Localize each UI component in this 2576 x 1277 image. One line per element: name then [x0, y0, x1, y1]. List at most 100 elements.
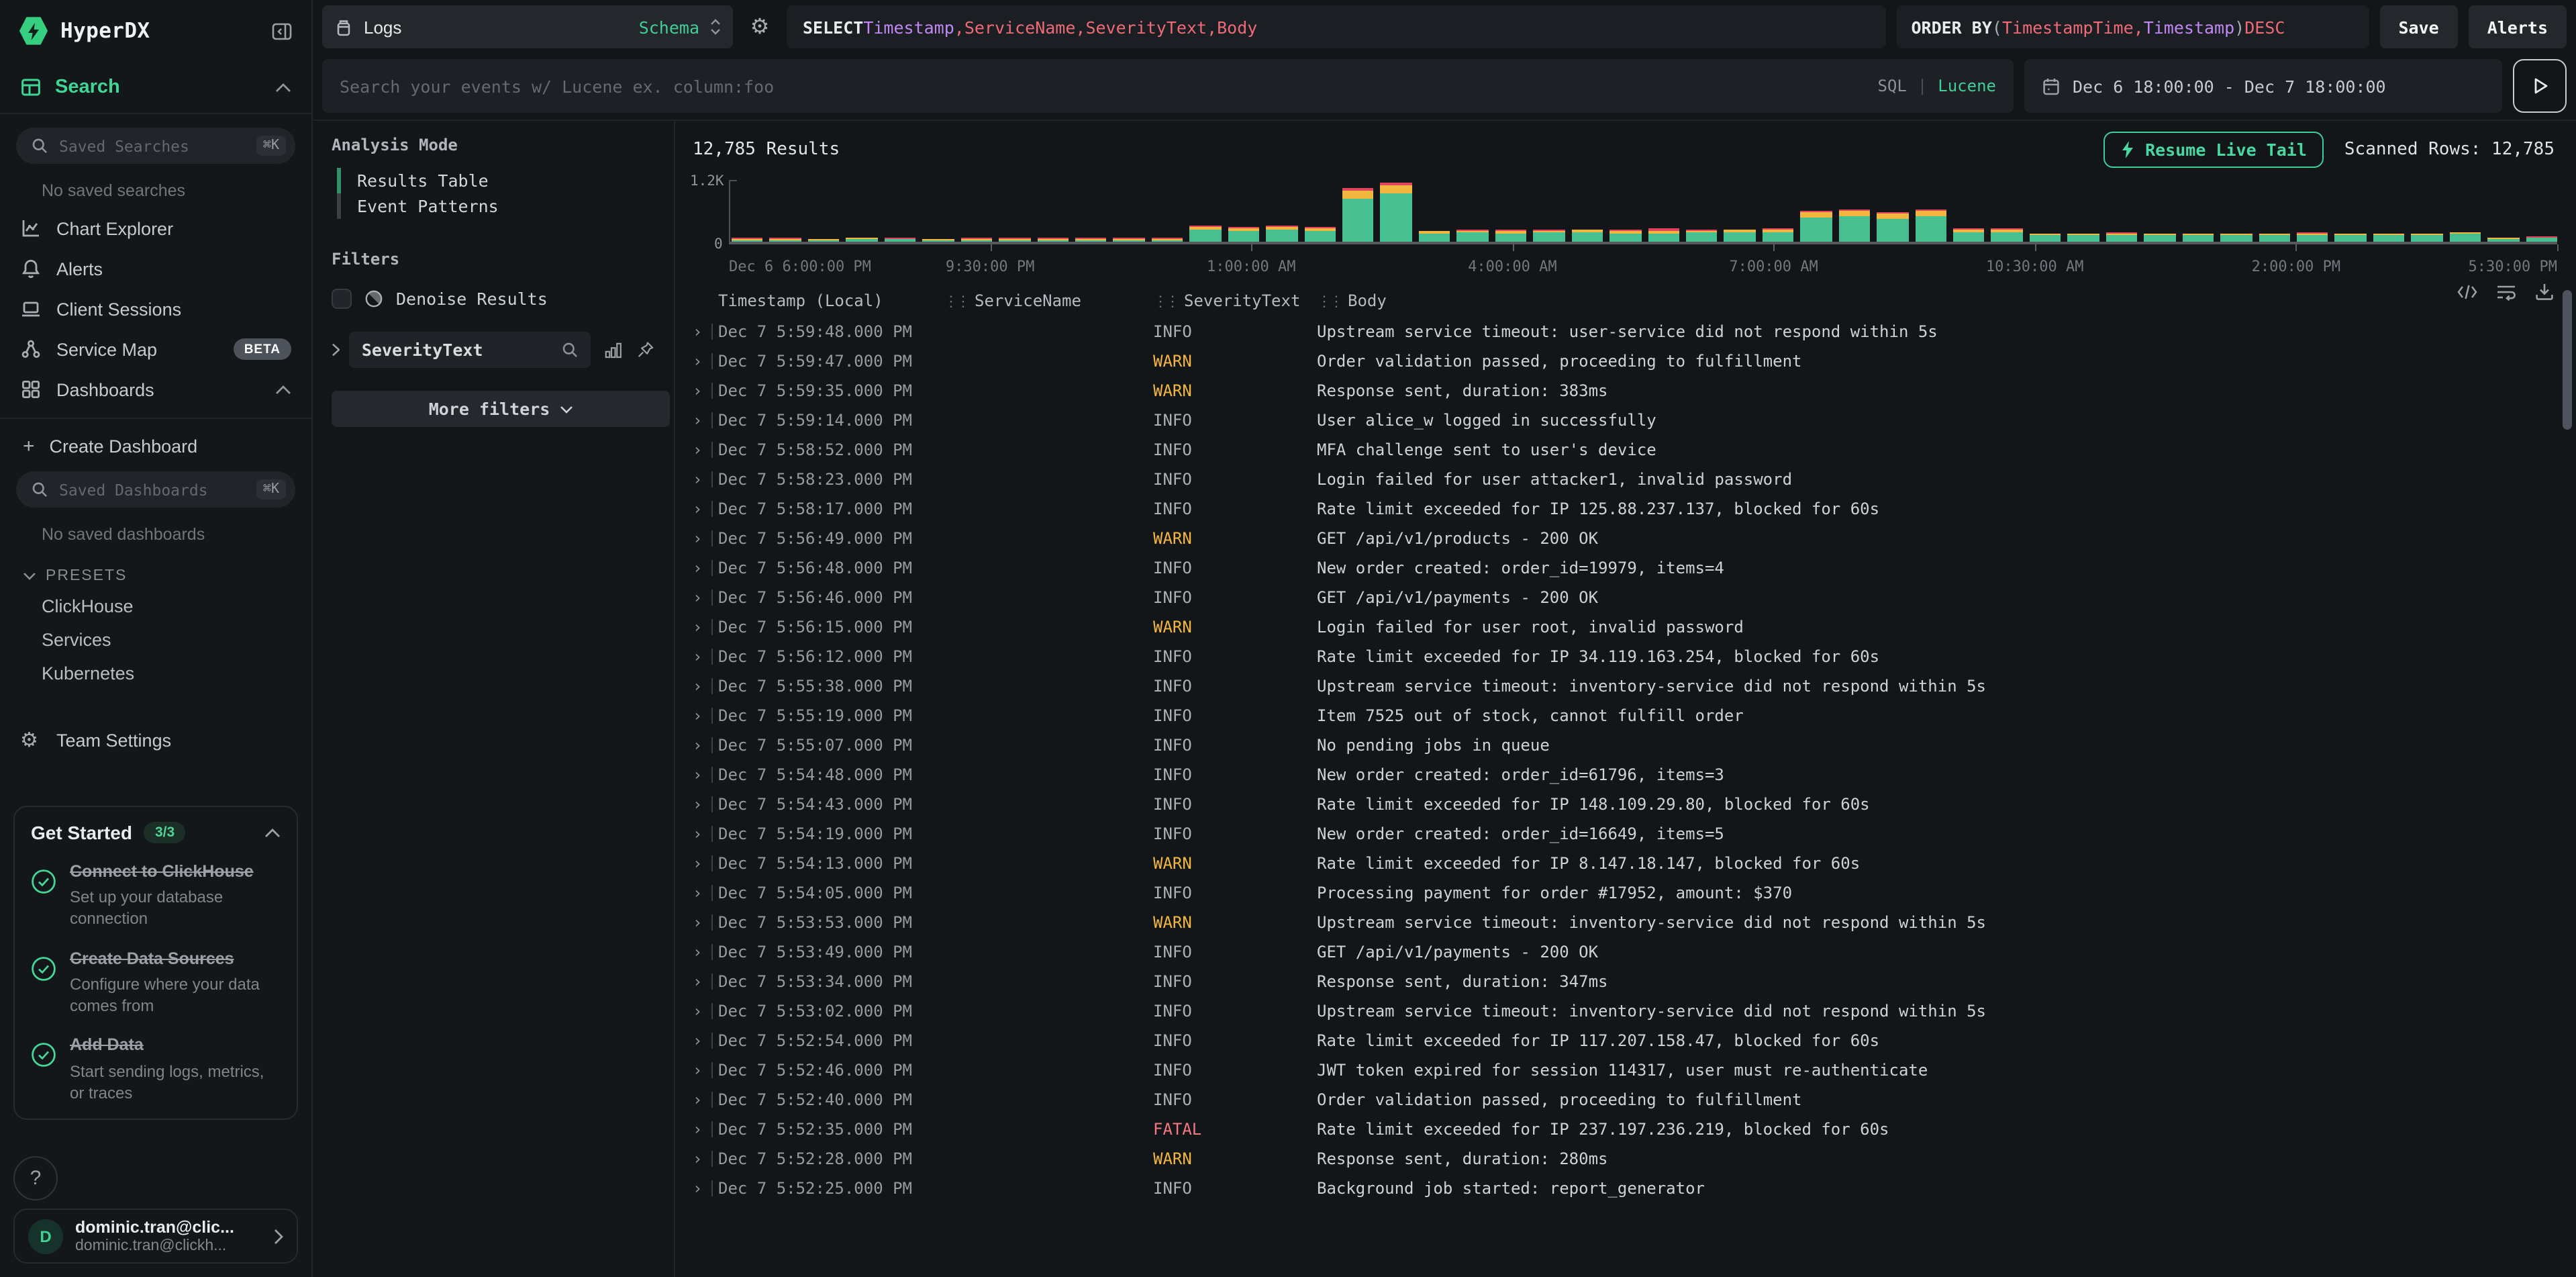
chart-bar[interactable]: [1763, 228, 1794, 242]
table-row[interactable]: ›Dec 7 5:54:13.000 PMWARNRate limit exce…: [686, 849, 2549, 878]
table-row[interactable]: ›Dec 7 5:59:14.000 PMINFOUser alice_w lo…: [686, 406, 2549, 435]
chart-bar[interactable]: [1304, 226, 1336, 242]
table-row[interactable]: ›Dec 7 5:52:46.000 PMINFOJWT token expir…: [686, 1055, 2549, 1085]
expand-row-icon[interactable]: ›: [686, 440, 718, 459]
expand-row-icon[interactable]: ›: [686, 352, 718, 371]
chevron-right-icon[interactable]: [332, 342, 340, 357]
expand-row-icon[interactable]: ›: [686, 972, 718, 991]
chart-bar[interactable]: [1228, 226, 1259, 242]
source-select[interactable]: Logs Schema: [322, 5, 733, 48]
col-timestamp[interactable]: Timestamp (Local): [718, 291, 944, 310]
table-row[interactable]: ›Dec 7 5:53:34.000 PMINFOResponse sent, …: [686, 967, 2549, 996]
text-wrap-icon[interactable]: [2495, 283, 2517, 300]
table-row[interactable]: ›Dec 7 5:59:48.000 PMINFOUpstream servic…: [686, 317, 2549, 346]
chart-bar[interactable]: [1953, 228, 1985, 242]
chart-bar[interactable]: [1609, 230, 1641, 242]
chart-bar[interactable]: [1686, 230, 1718, 242]
table-row[interactable]: ›Dec 7 5:54:19.000 PMINFONew order creat…: [686, 819, 2549, 849]
collapse-sidebar-icon[interactable]: [271, 21, 293, 41]
chevron-up-icon[interactable]: [275, 83, 291, 92]
time-range-picker[interactable]: Dec 6 18:00:00 - Dec 7 18:00:00: [2024, 59, 2502, 113]
sidebar-item-alerts[interactable]: Alerts: [0, 248, 311, 289]
expand-row-icon[interactable]: ›: [686, 618, 718, 636]
event-search-input[interactable]: Search your events w/ Lucene ex. column:…: [322, 59, 2014, 113]
chart-bar[interactable]: [1991, 229, 2023, 242]
chart-bar[interactable]: [1342, 188, 1374, 242]
table-row[interactable]: ›Dec 7 5:54:05.000 PMINFOProcessing paym…: [686, 878, 2549, 908]
presets-header[interactable]: PRESETS: [23, 568, 311, 584]
help-button[interactable]: ?: [13, 1156, 58, 1200]
expand-row-icon[interactable]: ›: [686, 470, 718, 489]
chart-bar[interactable]: [2449, 232, 2481, 242]
table-row[interactable]: ›Dec 7 5:56:49.000 PMWARNGET /api/v1/pro…: [686, 524, 2549, 553]
chart-bar[interactable]: [2259, 233, 2290, 242]
severity-filter-field[interactable]: SeverityText: [350, 332, 591, 368]
chart-bar[interactable]: [2144, 233, 2175, 242]
chart-bar[interactable]: [1838, 209, 1870, 242]
resume-live-tail-button[interactable]: Resume Live Tail: [2103, 131, 2324, 167]
code-view-icon[interactable]: [2457, 283, 2478, 300]
mode-results-table[interactable]: Results Table: [332, 168, 655, 193]
chart-bar[interactable]: [1648, 228, 1679, 242]
expand-row-icon[interactable]: ›: [686, 500, 718, 518]
chart-bar[interactable]: [2297, 232, 2328, 242]
task-create-data-sources[interactable]: Create Data Sources Configure where your…: [31, 947, 281, 1016]
expand-row-icon[interactable]: ›: [686, 706, 718, 725]
search-icon[interactable]: [562, 341, 579, 359]
expand-row-icon[interactable]: ›: [686, 824, 718, 843]
expand-row-icon[interactable]: ›: [686, 647, 718, 666]
table-row[interactable]: ›Dec 7 5:59:47.000 PMWARNOrder validatio…: [686, 346, 2549, 376]
chart-bar[interactable]: [1419, 230, 1450, 242]
col-severitytext[interactable]: ⋮⋮SeverityText: [1153, 291, 1317, 310]
table-row[interactable]: ›Dec 7 5:56:15.000 PMWARNLogin failed fo…: [686, 612, 2549, 642]
table-row[interactable]: ›Dec 7 5:53:49.000 PMINFOGET /api/v1/pay…: [686, 937, 2549, 967]
table-row[interactable]: ›Dec 7 5:53:02.000 PMINFOUpstream servic…: [686, 996, 2549, 1026]
table-row[interactable]: ›Dec 7 5:52:25.000 PMINFOBackground job …: [686, 1174, 2549, 1203]
chart-bar[interactable]: [2220, 233, 2252, 242]
expand-row-icon[interactable]: ›: [686, 736, 718, 755]
table-row[interactable]: ›Dec 7 5:56:46.000 PMINFOGET /api/v1/pay…: [686, 583, 2549, 612]
expand-row-icon[interactable]: ›: [686, 795, 718, 814]
chart-bar[interactable]: [2487, 237, 2519, 242]
table-row[interactable]: ›Dec 7 5:54:43.000 PMINFORate limit exce…: [686, 790, 2549, 819]
more-filters-button[interactable]: More filters: [332, 391, 670, 427]
query-language-toggle[interactable]: SQL | Lucene: [1877, 77, 1996, 95]
chart-bar[interactable]: [1533, 230, 1565, 242]
table-row[interactable]: ›Dec 7 5:56:48.000 PMINFONew order creat…: [686, 553, 2549, 583]
task-add-data[interactable]: Add Data Start sending logs, metrics, or…: [31, 1035, 281, 1104]
table-row[interactable]: ›Dec 7 5:52:54.000 PMINFORate limit exce…: [686, 1026, 2549, 1055]
chart-bar[interactable]: [2068, 234, 2099, 242]
preset-item-clickhouse[interactable]: ClickHouse: [0, 589, 311, 623]
col-servicename[interactable]: ⋮⋮ServiceName: [944, 291, 1153, 310]
chart-bar[interactable]: [2030, 233, 2061, 242]
col-body[interactable]: ⋮⋮Body: [1317, 291, 2549, 310]
expand-row-icon[interactable]: ›: [686, 559, 718, 577]
chart-bar[interactable]: [1801, 211, 1832, 242]
table-row[interactable]: ›Dec 7 5:52:28.000 PMWARNResponse sent, …: [686, 1144, 2549, 1174]
table-row[interactable]: ›Dec 7 5:58:23.000 PMINFOLogin failed fo…: [686, 465, 2549, 494]
expand-row-icon[interactable]: ›: [686, 854, 718, 873]
chart-bar[interactable]: [2526, 236, 2557, 242]
save-button[interactable]: Save: [2379, 5, 2457, 48]
chart-bar[interactable]: [1915, 209, 1946, 242]
chart-bar[interactable]: [2373, 233, 2405, 242]
expand-row-icon[interactable]: ›: [686, 765, 718, 784]
expand-row-icon[interactable]: ›: [686, 529, 718, 548]
table-row[interactable]: ›Dec 7 5:55:38.000 PMINFOUpstream servic…: [686, 671, 2549, 701]
drag-handle-icon[interactable]: ⋮⋮: [1153, 292, 1177, 310]
sidebar-item-search[interactable]: Search: [0, 62, 311, 113]
scrollbar-thumb[interactable]: [2563, 290, 2572, 430]
chart-bar[interactable]: [1877, 213, 1908, 242]
chart-bar[interactable]: [1495, 230, 1527, 242]
chart-bar[interactable]: [2412, 234, 2443, 242]
query-input[interactable]: SELECT Timestamp,ServiceName,SeverityTex…: [787, 5, 1885, 48]
sidebar-item-chart-explorer[interactable]: Chart Explorer: [0, 208, 311, 248]
mode-event-patterns[interactable]: Event Patterns: [332, 193, 655, 219]
table-row[interactable]: ›Dec 7 5:58:52.000 PMINFOMFA challenge s…: [686, 435, 2549, 465]
user-menu[interactable]: D dominic.tran@clic... dominic.tran@clic…: [13, 1209, 298, 1264]
table-row[interactable]: ›Dec 7 5:58:17.000 PMINFORate limit exce…: [686, 494, 2549, 524]
expand-row-icon[interactable]: ›: [686, 1090, 718, 1109]
chevron-up-icon[interactable]: [275, 385, 291, 394]
saved-searches-input[interactable]: Saved Searches ⌘K: [16, 128, 295, 164]
task-connect-clickhouse[interactable]: Connect to ClickHouse Set up your databa…: [31, 861, 281, 930]
